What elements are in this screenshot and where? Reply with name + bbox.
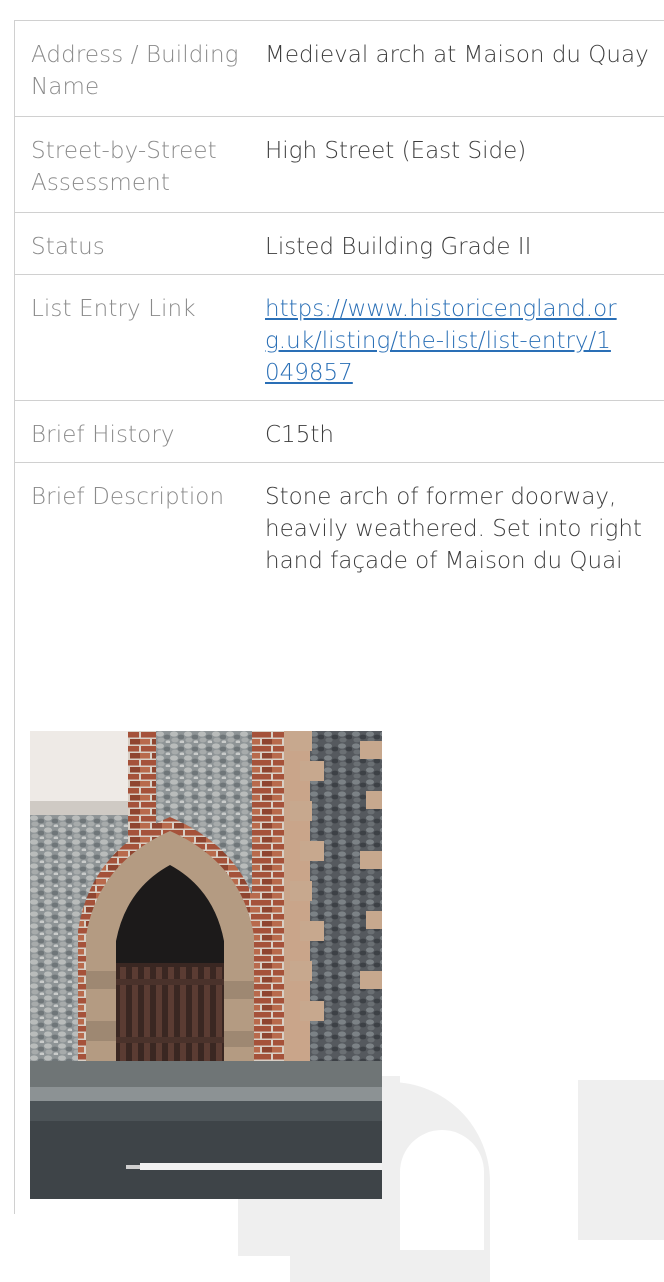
row-value: Medieval arch at Maison du Quay: [265, 42, 649, 68]
row-label: List Entry Link: [31, 296, 196, 322]
table-row: Brief History C15th: [14, 400, 664, 462]
document-page: Address / Building Name Medieval arch at…: [0, 0, 664, 1282]
table-row: Street-by-Street Assessment High Street …: [14, 116, 664, 212]
row-label: Address / Building Name: [31, 42, 239, 100]
row-value: High Street (East Side): [265, 138, 527, 164]
row-value-link-cell: https://www.historicengland.org.uk/listi…: [265, 275, 664, 400]
row-label: Status: [31, 234, 105, 260]
archway-photo: [30, 731, 382, 1199]
table-row: List Entry Link https://www.historicengl…: [14, 274, 664, 400]
table-row: Status Listed Building Grade II: [14, 212, 664, 274]
list-entry-link[interactable]: https://www.historicengland.org.uk/listi…: [265, 293, 625, 389]
row-value: C15th: [265, 422, 334, 448]
row-label: Brief History: [31, 422, 175, 448]
row-label: Street-by-Street Assessment: [31, 138, 217, 196]
table-row: Address / Building Name Medieval arch at…: [14, 20, 664, 116]
row-value: Listed Building Grade II: [265, 234, 532, 260]
